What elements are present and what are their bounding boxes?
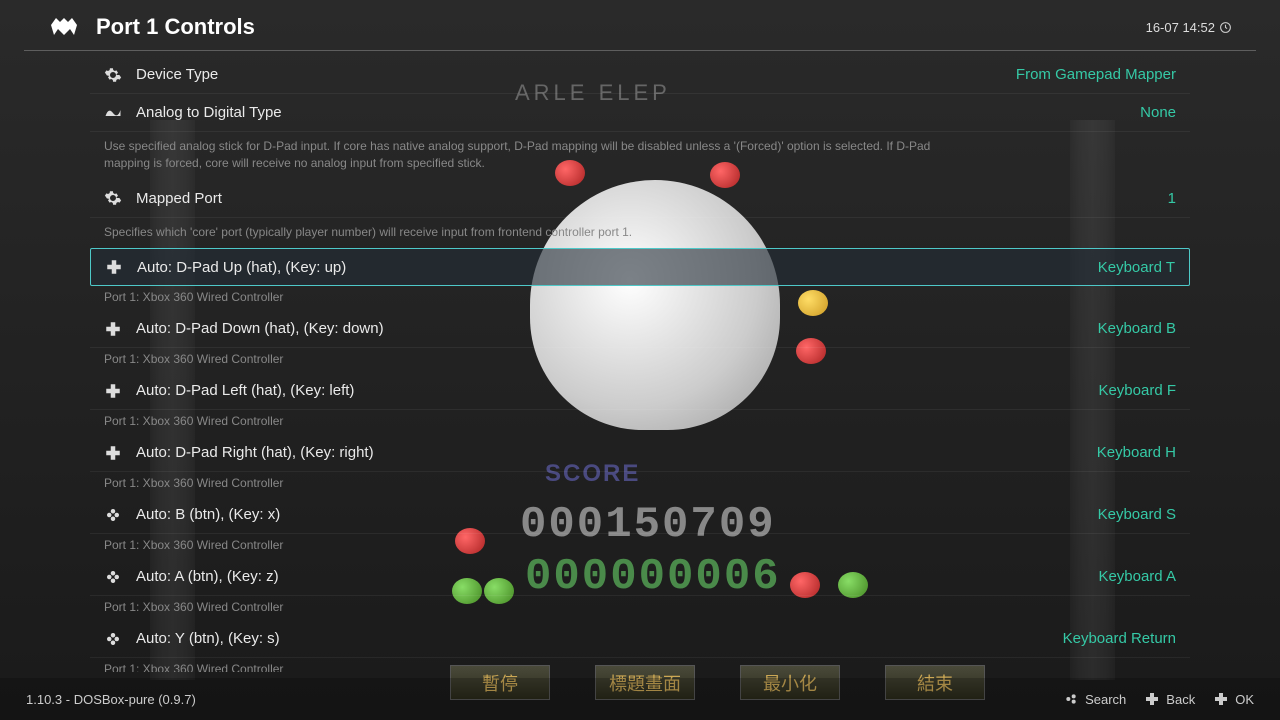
page-title: Port 1 Controls — [96, 14, 255, 40]
binding-subtext: Port 1: Xbox 360 Wired Controller — [90, 410, 1190, 434]
binding-label: Auto: B (btn), (Key: x) — [136, 506, 280, 523]
binding-subtext: Port 1: Xbox 360 Wired Controller — [90, 472, 1190, 496]
dpad-icon — [104, 444, 122, 462]
binding-subtext: Port 1: Xbox 360 Wired Controller — [90, 658, 1190, 672]
clock-text: 16-07 14:52 — [1146, 20, 1215, 35]
row-mapped-port[interactable]: Mapped Port 1 — [90, 180, 1190, 218]
dpad-icon — [1213, 691, 1229, 707]
device-type-value: From Gamepad Mapper — [1016, 66, 1176, 83]
analog-type-value: None — [1140, 104, 1176, 121]
gear-icon — [104, 189, 122, 207]
binding-subtext: Port 1: Xbox 360 Wired Controller — [90, 286, 1190, 310]
binding-value: Keyboard B — [1098, 320, 1176, 337]
binding-label: Auto: D-Pad Down (hat), (Key: down) — [136, 320, 384, 337]
binding-label: Auto: Y (btn), (Key: s) — [136, 630, 280, 647]
footer-ok-label: OK — [1235, 692, 1254, 707]
dpad-icon — [104, 382, 122, 400]
face-buttons-icon — [104, 506, 122, 524]
footer-ok[interactable]: OK — [1213, 691, 1254, 707]
footer-back-label: Back — [1166, 692, 1195, 707]
binding-subtext: Port 1: Xbox 360 Wired Controller — [90, 596, 1190, 620]
face-buttons-icon — [104, 568, 122, 586]
binding-row[interactable]: Auto: D-Pad Up (hat), (Key: up) Keyboard … — [90, 248, 1190, 286]
footer-search-label: Search — [1085, 692, 1126, 707]
analog-type-label: Analog to Digital Type — [136, 104, 282, 121]
binding-row[interactable]: Auto: D-Pad Left (hat), (Key: left) Keybo… — [90, 372, 1190, 410]
footer-search[interactable]: Search — [1063, 691, 1126, 707]
binding-label: Auto: D-Pad Right (hat), (Key: right) — [136, 444, 374, 461]
gear-icon — [104, 66, 122, 84]
row-device-type[interactable]: Device Type From Gamepad Mapper — [90, 56, 1190, 94]
binding-label: Auto: A (btn), (Key: z) — [136, 568, 279, 585]
dpad-icon — [105, 258, 123, 276]
binding-row[interactable]: Auto: D-Pad Right (hat), (Key: right) Key… — [90, 434, 1190, 472]
binding-subtext: Port 1: Xbox 360 Wired Controller — [90, 534, 1190, 558]
settings-list: Device Type From Gamepad Mapper Analog t… — [90, 56, 1190, 672]
dpad-icon — [1144, 691, 1160, 707]
dpad-icon — [104, 320, 122, 338]
face-buttons-icon — [104, 630, 122, 648]
binding-label: Auto: D-Pad Up (hat), (Key: up) — [137, 259, 346, 276]
binding-row[interactable]: Auto: Y (btn), (Key: s) Keyboard Return — [90, 620, 1190, 658]
analog-icon — [104, 104, 122, 122]
header: Port 1 Controls 16-07 14:52 — [24, 0, 1256, 51]
mapped-port-value: 1 — [1168, 190, 1176, 207]
retroarch-logo-icon — [48, 15, 80, 39]
analog-help-text: Use specified analog stick for D-Pad inp… — [90, 132, 990, 180]
clock-icon — [1219, 21, 1232, 34]
binding-row[interactable]: Auto: D-Pad Down (hat), (Key: down) Keybo… — [90, 310, 1190, 348]
buttons-icon — [1063, 691, 1079, 707]
footer-back[interactable]: Back — [1144, 691, 1195, 707]
binding-value: Keyboard Return — [1063, 630, 1176, 647]
row-analog-type[interactable]: Analog to Digital Type None — [90, 94, 1190, 132]
binding-value: Keyboard A — [1098, 568, 1176, 585]
binding-row[interactable]: Auto: B (btn), (Key: x) Keyboard S — [90, 496, 1190, 534]
binding-row[interactable]: Auto: A (btn), (Key: z) Keyboard A — [90, 558, 1190, 596]
device-type-label: Device Type — [136, 66, 218, 83]
clock: 16-07 14:52 — [1146, 20, 1232, 35]
binding-subtext: Port 1: Xbox 360 Wired Controller — [90, 348, 1190, 372]
binding-value: Keyboard T — [1098, 259, 1175, 276]
version-text: 1.10.3 - DOSBox-pure (0.9.7) — [26, 692, 196, 707]
mapped-port-help-text: Specifies which 'core' port (typically p… — [90, 218, 990, 249]
binding-value: Keyboard H — [1097, 444, 1176, 461]
footer: 1.10.3 - DOSBox-pure (0.9.7) Search Back… — [0, 678, 1280, 720]
mapped-port-label: Mapped Port — [136, 190, 222, 207]
binding-value: Keyboard S — [1098, 506, 1176, 523]
binding-label: Auto: D-Pad Left (hat), (Key: left) — [136, 382, 354, 399]
binding-value: Keyboard F — [1098, 382, 1176, 399]
